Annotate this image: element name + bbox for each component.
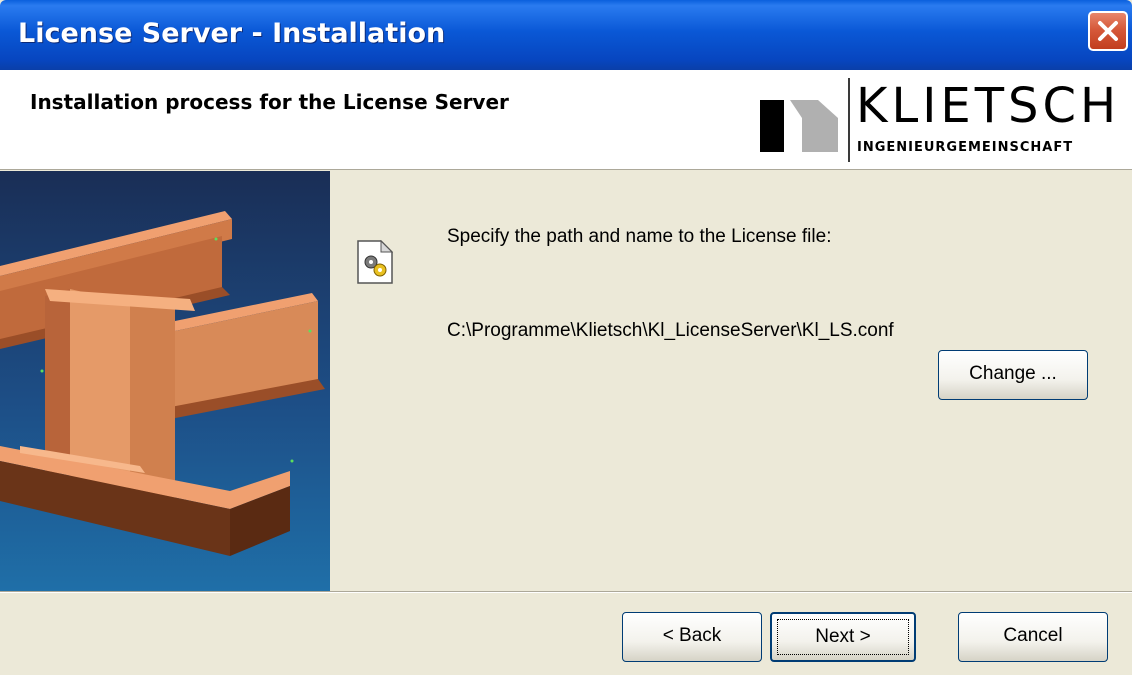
- change-button-label: Change ...: [969, 363, 1057, 384]
- license-file-path: C:\Programme\Klietsch\Kl_LicenseServer\K…: [447, 320, 894, 341]
- back-button[interactable]: < Back: [622, 612, 762, 662]
- focus-rect: [777, 619, 909, 655]
- window-title: License Server - Installation: [18, 18, 446, 49]
- company-logo-icon: [760, 100, 838, 152]
- steel-beam-image: [0, 171, 330, 591]
- next-button[interactable]: Next >: [770, 612, 916, 662]
- installer-window: License Server - Installation Installati…: [0, 0, 1132, 675]
- path-prompt: Specify the path and name to the License…: [447, 226, 832, 247]
- back-button-label: < Back: [662, 625, 722, 646]
- config-file-icon: [357, 240, 393, 284]
- title-bar[interactable]: License Server - Installation: [0, 0, 1132, 70]
- change-button[interactable]: Change ...: [938, 350, 1088, 400]
- page-title: Installation process for the License Ser…: [30, 90, 509, 114]
- logo-divider: [848, 78, 850, 162]
- cancel-button-label: Cancel: [1003, 625, 1063, 646]
- footer-divider-highlight: [0, 592, 1132, 593]
- logo-name: KLIETSCH: [856, 78, 1121, 134]
- close-icon: [1098, 21, 1118, 41]
- logo-subtitle: INGENIEURGEMEINSCHAFT: [857, 140, 1074, 155]
- close-button[interactable]: [1088, 11, 1128, 51]
- cancel-button[interactable]: Cancel: [958, 612, 1108, 662]
